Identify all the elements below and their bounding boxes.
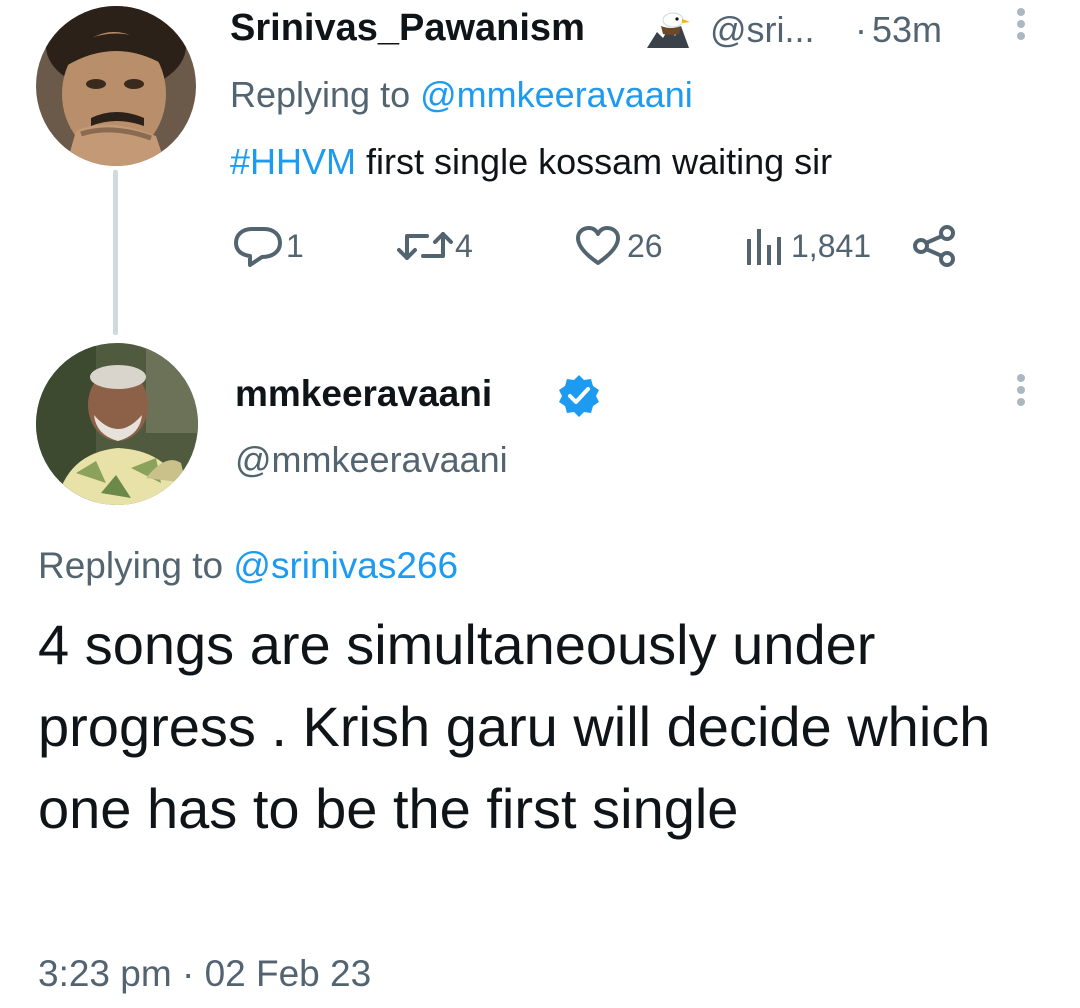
reply-count: 1 [286,227,304,264]
heart-icon [575,225,621,267]
reply-author-name[interactable]: Srinivas_Pawanism [230,7,585,50]
views-chart-icon [743,225,787,267]
replying-to-mention-link[interactable]: @mmkeeravaani [420,74,693,115]
main-replying-to: Replying to @srinivas266 [38,545,458,587]
reply-tweet-text: #HHVM first single kossam waiting sir [230,141,832,183]
retweet-action[interactable]: 4 [397,224,473,268]
main-author-name[interactable]: mmkeeravaani [235,373,492,415]
replying-to-label: Replying to [230,74,411,115]
views-action[interactable]: 1,841 [743,224,871,268]
views-count: 1,841 [791,227,872,264]
reply-author-avatar[interactable] [36,6,196,166]
replying-to-label: Replying to [38,545,224,586]
thread-connector-line [113,170,118,335]
tweet-timestamp[interactable]: 3:23 pm · 02 Feb 23 [38,953,371,995]
retweet-count: 4 [455,227,473,264]
reply-more-options-icon[interactable] [1012,4,1030,48]
comment-icon [232,225,284,267]
separator-dot: · [855,9,867,50]
main-author-avatar[interactable] [36,343,198,505]
main-author-handle[interactable]: @mmkeeravaani [235,439,508,481]
replying-to-mention-link[interactable]: @srinivas266 [233,545,458,586]
eagle-icon [645,10,691,55]
share-icon [910,224,958,268]
main-tweet-text: 4 songs are simultaneously under progres… [38,613,991,840]
reply-author-handle[interactable]: @sri... [710,9,815,51]
verified-badge-icon [557,373,601,422]
share-action[interactable] [910,224,958,268]
reply-replying-to: Replying to @mmkeeravaani [230,74,693,116]
main-more-options-icon[interactable] [1012,370,1030,414]
reply-time-ago[interactable]: 53m [872,9,942,51]
hashtag-link[interactable]: #HHVM [230,141,356,182]
like-action[interactable]: 26 [575,224,663,268]
reply-tweet-body: first single kossam waiting sir [356,141,833,182]
like-count: 26 [627,227,663,264]
retweet-icon [397,226,455,266]
reply-action[interactable]: 1 [232,224,304,268]
